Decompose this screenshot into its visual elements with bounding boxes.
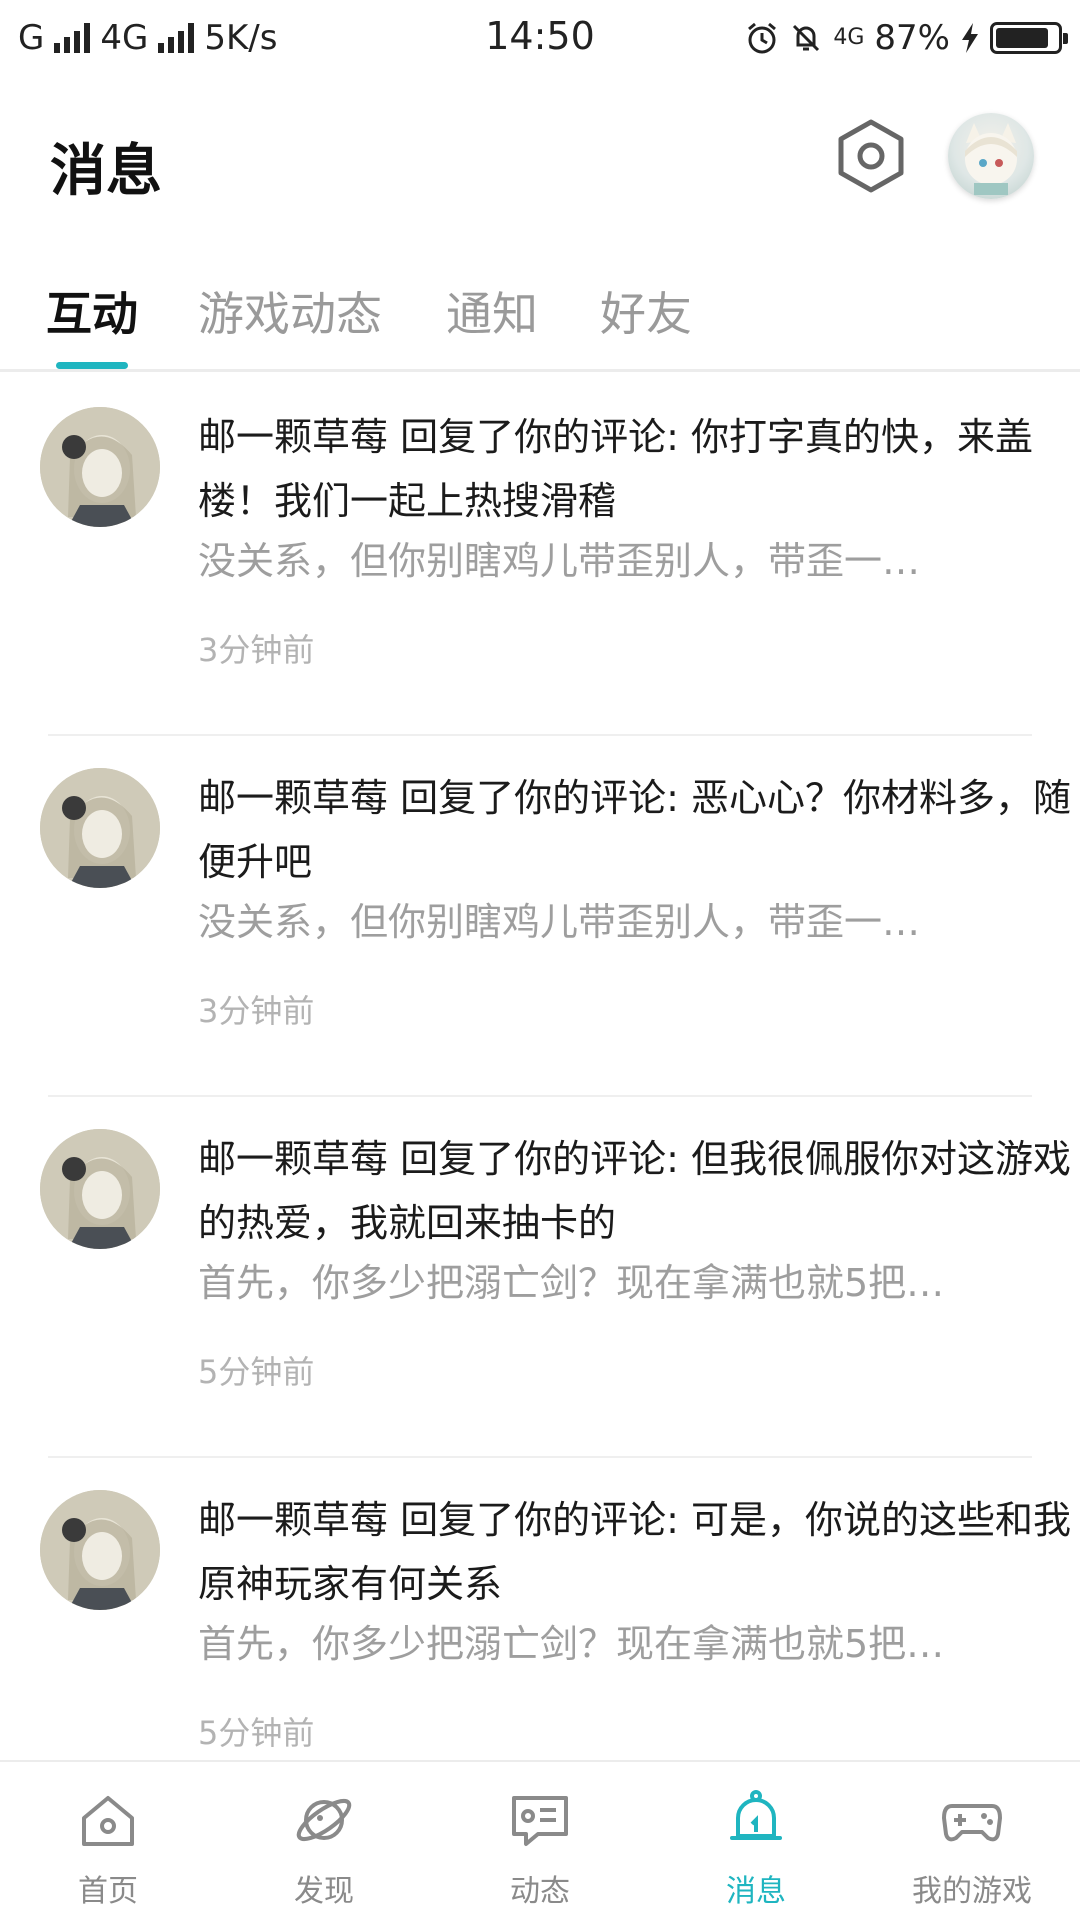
- nav-feed[interactable]: 动态: [432, 1762, 648, 1920]
- signal-icon: [54, 23, 91, 53]
- avatar-illustration: [40, 407, 160, 527]
- battery-fill: [996, 28, 1049, 48]
- page-title: 消息: [50, 139, 162, 204]
- bell-icon: [720, 1784, 792, 1856]
- battery-icon: [990, 22, 1068, 54]
- message-time: 3分钟前: [198, 992, 315, 1030]
- planet-icon: [288, 1784, 360, 1856]
- active-tab-indicator: [56, 362, 128, 369]
- sender-avatar[interactable]: [40, 407, 160, 527]
- tab-friends[interactable]: 好友: [600, 278, 692, 344]
- message-preview: 首先，你多少把溺亡剑？现在拿满也就5把…: [198, 1622, 945, 1666]
- battery-percent: 87%: [874, 18, 950, 58]
- bottom-nav: 首页 发现 动态 消息 我的游戏: [0, 1760, 1080, 1920]
- message-time: 3分钟前: [198, 631, 315, 669]
- nav-my-games[interactable]: 我的游戏: [864, 1762, 1080, 1920]
- nav-messages-label: 消息: [726, 1874, 786, 1909]
- alarm-icon: [748, 22, 777, 54]
- message-item[interactable]: 邮一颗草莓 回复了你的评论: 但我很佩服你对这游戏的热爱，我就回来抽卡的 首先，…: [40, 1097, 1071, 1458]
- carrier-1-label: G: [18, 18, 45, 58]
- hexagon-settings-icon: [838, 119, 904, 193]
- status-right: 4G 87%: [745, 18, 1068, 58]
- message-title: 邮一颗草莓 回复了你的评论: 你打字真的快，来盖楼！我们一起上热搜滑稽: [198, 415, 1033, 523]
- user-avatar[interactable]: [948, 113, 1034, 199]
- message-list[interactable]: 邮一颗草莓 回复了你的评论: 你打字真的快，来盖楼！我们一起上热搜滑稽 没关系，…: [0, 375, 1080, 1760]
- network-type-badge: 4G: [833, 25, 865, 50]
- header: 消息: [0, 76, 1080, 246]
- nav-feed-label: 动态: [510, 1874, 570, 1909]
- avatar-illustration: [40, 1490, 160, 1610]
- message-time: 5分钟前: [198, 1714, 315, 1752]
- message-item[interactable]: 邮一颗草莓 回复了你的评论: 恶心心？你材料多，随便升吧 没关系，但你别瞎鸡儿带…: [40, 736, 1071, 1097]
- feed-icon: [504, 1784, 576, 1856]
- settings-button[interactable]: [836, 116, 906, 196]
- tab-interaction[interactable]: 互动: [46, 278, 138, 344]
- network-speed: 5K/s: [204, 18, 278, 58]
- tab-notifications[interactable]: 通知: [446, 278, 538, 344]
- tab-bar: 互动 游戏动态 通知 好友: [0, 262, 1080, 372]
- nav-discover[interactable]: 发现: [216, 1762, 432, 1920]
- nav-my-games-label: 我的游戏: [912, 1874, 1032, 1909]
- mute-bell-icon: [793, 24, 820, 52]
- message-title: 邮一颗草莓 回复了你的评论: 但我很佩服你对这游戏的热爱，我就回来抽卡的: [198, 1137, 1071, 1245]
- charging-icon: [962, 23, 978, 53]
- message-preview: 没关系，但你别瞎鸡儿带歪别人，带歪一…: [198, 900, 921, 944]
- message-title: 邮一颗草莓 回复了你的评论: 恶心心？你材料多，随便升吧: [198, 776, 1071, 884]
- status-left: G 4G 5K/s: [18, 18, 277, 58]
- sender-avatar[interactable]: [40, 768, 160, 888]
- avatar-illustration: [965, 123, 1017, 195]
- nav-home[interactable]: 首页: [0, 1762, 216, 1920]
- message-time: 5分钟前: [198, 1353, 315, 1391]
- message-title: 邮一颗草莓 回复了你的评论: 可是，你说的这些和我原神玩家有何关系: [198, 1498, 1071, 1606]
- nav-messages[interactable]: 消息: [648, 1762, 864, 1920]
- avatar-illustration: [40, 1129, 160, 1249]
- avatar-illustration: [40, 768, 160, 888]
- gamepad-icon: [936, 1784, 1008, 1856]
- message-item[interactable]: 邮一颗草莓 回复了你的评论: 你打字真的快，来盖楼！我们一起上热搜滑稽 没关系，…: [40, 375, 1033, 736]
- nav-discover-label: 发现: [294, 1874, 354, 1909]
- status-bar: G 4G 5K/s 14:50 4G 87%: [0, 0, 1080, 76]
- message-preview: 首先，你多少把溺亡剑？现在拿满也就5把…: [198, 1261, 945, 1305]
- nav-home-label: 首页: [78, 1874, 138, 1909]
- message-item[interactable]: 邮一颗草莓 回复了你的评论: 可是，你说的这些和我原神玩家有何关系 首先，你多少…: [40, 1458, 1071, 1760]
- signal-icon: [158, 23, 195, 53]
- sender-avatar[interactable]: [40, 1490, 160, 1610]
- carrier-2-label: 4G: [100, 18, 149, 58]
- tab-game-feed[interactable]: 游戏动态: [198, 278, 382, 344]
- sender-avatar[interactable]: [40, 1129, 160, 1249]
- message-preview: 没关系，但你别瞎鸡儿带歪别人，带歪一…: [198, 539, 921, 583]
- home-icon: [72, 1784, 144, 1856]
